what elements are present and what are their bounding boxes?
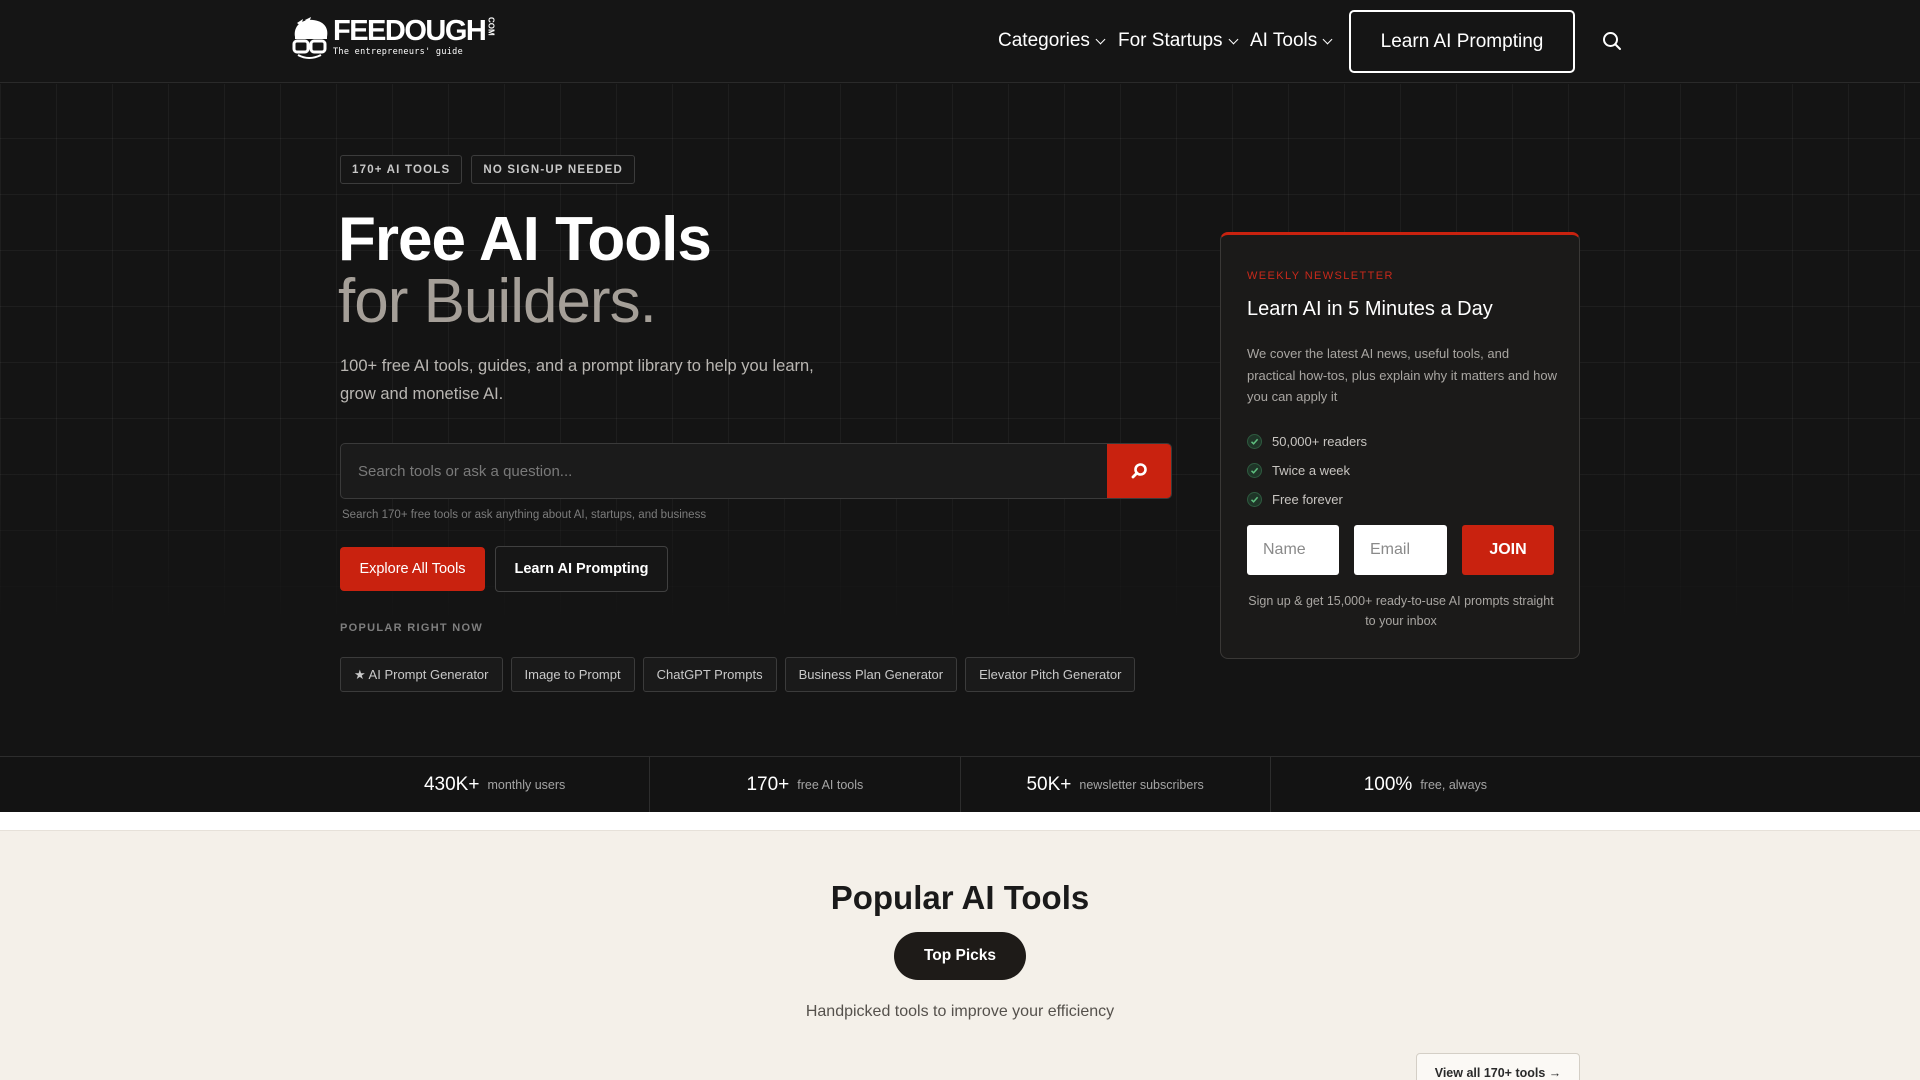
newsletter-description: We cover the latest AI news, useful tool…: [1247, 346, 1557, 404]
explore-all-tools-button[interactable]: Explore All Tools: [340, 547, 485, 591]
hero-search-button[interactable]: [1107, 444, 1171, 498]
logo-suffix: COM: [486, 17, 496, 36]
search-icon: [1131, 463, 1147, 479]
search-hint: Search 170+ free tools or ask anything a…: [342, 509, 707, 521]
popular-label: POPULAR RIGHT NOW: [340, 622, 484, 634]
nav-ai-tools[interactable]: AI Tools: [1250, 30, 1333, 52]
chip-chatgpt-prompts[interactable]: ChatGPT Prompts: [642, 657, 777, 692]
section-divider: [0, 812, 1920, 831]
stat-free-always: 100% free, always: [1271, 757, 1580, 813]
popular-tools-section: Popular AI Tools Top Picks Handpicked to…: [0, 831, 1920, 1080]
badge-tool-count: 170+ AI TOOLS: [340, 155, 463, 184]
hero-badges: 170+ AI TOOLS NO SIGN-UP NEEDED: [340, 155, 636, 184]
newsletter-perks: 50,000+ readers Twice a week Free foreve…: [1247, 427, 1367, 514]
hero-grid-fade: [0, 464, 1920, 756]
chip-business-plan-generator[interactable]: Business Plan Generator: [784, 657, 958, 692]
email-field[interactable]: [1354, 525, 1447, 575]
stat-value: 170+: [746, 774, 790, 795]
badge-no-signup: NO SIGN-UP NEEDED: [471, 155, 636, 184]
feedough-logo[interactable]: FEEDOUGH COM The entrepreneurs' guide: [289, 15, 496, 61]
stat-value: 430K+: [423, 774, 480, 795]
name-field[interactable]: [1247, 525, 1339, 575]
stat-value: 50K+: [1026, 774, 1072, 795]
perk-label: Twice a week: [1272, 463, 1351, 478]
perk-label: 50,000+ readers: [1272, 434, 1368, 449]
check-icon: [1247, 463, 1262, 478]
nav-for-startups[interactable]: For Startups: [1118, 30, 1238, 52]
stat-label: newsletter subscribers: [1079, 778, 1204, 792]
chevron-down-icon: [1228, 34, 1238, 44]
hero-title: Free AI Tools: [338, 205, 712, 274]
perk-item: Free forever: [1247, 485, 1367, 514]
chevron-down-icon: [1322, 34, 1333, 44]
stat-monthly-users: 430K+ monthly users: [340, 757, 651, 813]
chevron-down-icon: [1095, 34, 1106, 44]
chip-image-to-prompt[interactable]: Image to Prompt: [510, 657, 635, 692]
hero-subtitle: 100+ free AI tools, guides, and a prompt…: [340, 357, 814, 403]
logo-wordmark: FEEDOUGH: [333, 15, 487, 47]
stat-label: free AI tools: [797, 778, 864, 792]
hero-section: 170+ AI TOOLS NO SIGN-UP NEEDED Free AI …: [0, 84, 1920, 756]
perk-item: Twice a week: [1247, 456, 1367, 485]
chip-elevator-pitch-generator[interactable]: Elevator Pitch Generator: [965, 657, 1136, 692]
join-button[interactable]: JOIN: [1462, 525, 1554, 575]
perk-item: 50,000+ readers: [1247, 427, 1367, 456]
hero-search-bar: [340, 443, 1172, 499]
stat-subscribers: 50K+ newsletter subscribers: [961, 757, 1271, 813]
newsletter-form: JOIN: [1247, 525, 1554, 575]
top-picks-tab[interactable]: Top Picks: [894, 932, 1026, 980]
popular-chips: ★ AI Prompt Generator Image to Prompt Ch…: [340, 657, 1136, 692]
newsletter-title: Learn AI in 5 Minutes a Day: [1247, 298, 1493, 320]
stat-value: 100%: [1363, 774, 1413, 795]
logo-face-icon: [292, 17, 329, 59]
stat-label: monthly users: [487, 778, 566, 792]
newsletter-footnote: Sign up & get 15,000+ ready-to-use AI pr…: [1248, 594, 1554, 628]
learn-ai-prompting-button[interactable]: Learn AI Prompting: [495, 546, 668, 592]
view-all-tools-button[interactable]: View all 170+ tools →: [1416, 1053, 1580, 1080]
section-title: Popular AI Tools: [830, 879, 1090, 916]
page: FEEDOUGH COM The entrepreneurs' guide Ca…: [0, 0, 1920, 1080]
newsletter-card: WEEKLY NEWSLETTER Learn AI in 5 Minutes …: [1220, 232, 1580, 659]
section-subtitle: Handpicked tools to improve your efficie…: [805, 1003, 1115, 1020]
newsletter-eyebrow: WEEKLY NEWSLETTER: [1247, 270, 1394, 282]
nav-ai-tools-label: AI Tools: [1250, 30, 1318, 51]
hero-search-input[interactable]: [341, 444, 1109, 498]
stat-label: free, always: [1420, 778, 1488, 792]
hero-title-secondary: for Builders.: [338, 267, 657, 336]
logo-text: FEEDOUGH COM The entrepreneurs' guide: [333, 15, 496, 57]
nav-categories[interactable]: Categories: [998, 30, 1106, 52]
check-icon: [1247, 434, 1262, 449]
check-icon: [1247, 492, 1262, 507]
perk-label: Free forever: [1272, 492, 1343, 507]
learn-ai-prompting-nav-button[interactable]: Learn AI Prompting: [1349, 10, 1575, 73]
site-header: FEEDOUGH COM The entrepreneurs' guide Ca…: [0, 0, 1920, 83]
search-icon[interactable]: [1601, 30, 1623, 52]
nav-for-startups-label: For Startups: [1118, 30, 1223, 51]
nav-categories-label: Categories: [998, 30, 1090, 51]
stat-free-tools: 170+ free AI tools: [650, 757, 961, 813]
logo-tagline: The entrepreneurs' guide: [333, 47, 464, 57]
chip-ai-prompt-generator[interactable]: ★ AI Prompt Generator: [340, 657, 503, 692]
stats-row: 430K+ monthly users 170+ free AI tools 5…: [340, 757, 1580, 813]
stats-bar: 430K+ monthly users 170+ free AI tools 5…: [0, 756, 1920, 813]
